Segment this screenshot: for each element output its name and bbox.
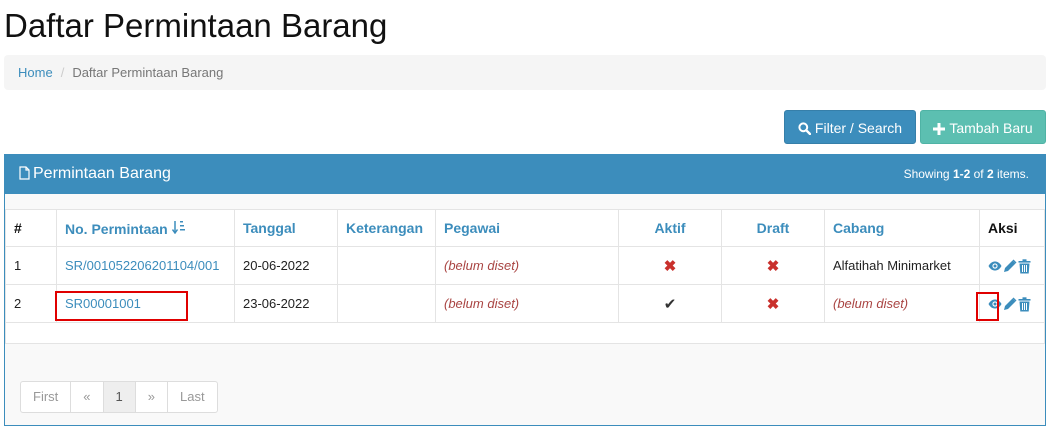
pagination-next[interactable]: » — [136, 382, 168, 412]
col-keterangan-header[interactable]: Keterangan — [337, 209, 436, 247]
sort-ascending-icon — [171, 220, 185, 234]
summary-suffix: items. — [993, 167, 1029, 181]
pagination-page-current[interactable]: 1 — [103, 382, 136, 412]
cell-cabang: Alfatihah Minimarket — [824, 246, 980, 285]
cell-aksi — [979, 246, 1045, 285]
add-new-button[interactable]: Tambah Baru — [920, 110, 1046, 144]
delete-trash-icon[interactable] — [1018, 296, 1031, 312]
pagination: First « 1 » Last — [20, 381, 218, 413]
breadcrumb: Home / Daftar Permintaan Barang — [4, 55, 1046, 90]
col-aksi-header: Aksi — [979, 209, 1045, 247]
requests-table: # No. Permintaan Tanggal Keterangan Pega… — [5, 209, 1045, 344]
pagination-last[interactable]: Last — [168, 382, 217, 412]
delete-trash-icon[interactable] — [1018, 258, 1031, 274]
cell-pegawai: (belum diset) — [435, 284, 619, 323]
summary-total: 2 — [986, 167, 994, 181]
panel-heading: Permintaan Barang Showing 1-2 of 2 items… — [5, 155, 1045, 194]
highlight-box-edit-icon — [976, 292, 999, 321]
items-summary: Showing 1-2 of 2 items. — [904, 155, 1029, 193]
col-pegawai-header[interactable]: Pegawai — [435, 209, 619, 247]
col-no-permintaan-label: No. Permintaan — [65, 220, 168, 237]
add-new-label: Tambah Baru — [949, 120, 1033, 136]
cell-num: 2 — [5, 284, 57, 323]
breadcrumb-current: Daftar Permintaan Barang — [72, 65, 224, 80]
plus-icon — [933, 123, 946, 135]
col-aktif-header[interactable]: Aktif — [618, 209, 722, 247]
table-header-row: # No. Permintaan Tanggal Keterangan Pega… — [5, 209, 1045, 247]
cell-no-permintaan: SR/001052206201104/001 — [56, 246, 235, 285]
cell-aktif: ✖ — [618, 246, 722, 285]
summary-prefix: Showing — [903, 167, 953, 181]
filter-search-label: Filter / Search — [814, 120, 903, 136]
cell-pegawai: (belum diset) — [435, 246, 619, 285]
view-eye-icon[interactable] — [988, 261, 1002, 271]
search-icon — [798, 122, 812, 136]
panel-title: Permintaan Barang — [19, 155, 171, 193]
cell-aktif: ✔ — [618, 284, 722, 323]
cell-tanggal: 23-06-2022 — [234, 284, 338, 323]
cell-num: 1 — [5, 246, 57, 285]
breadcrumb-home-link[interactable]: Home — [18, 65, 53, 80]
cell-keterangan — [337, 284, 436, 323]
highlight-box-request-number — [55, 291, 188, 321]
pagination-first[interactable]: First — [21, 382, 72, 412]
request-number-link[interactable]: SR/001052206201104/001 — [65, 258, 219, 273]
page-title: Daftar Permintaan Barang — [4, 7, 388, 44]
col-draft-header[interactable]: Draft — [721, 209, 825, 247]
cell-draft: ✖ — [721, 246, 825, 285]
pagination-prev[interactable]: « — [71, 382, 104, 412]
col-cabang-header[interactable]: Cabang — [824, 209, 980, 247]
col-num-header: # — [5, 209, 57, 247]
file-icon — [19, 166, 30, 180]
edit-pencil-icon[interactable] — [1003, 297, 1017, 311]
cell-draft: ✖ — [721, 284, 825, 323]
summary-mid: of — [970, 167, 987, 181]
breadcrumb-separator: / — [60, 65, 65, 80]
col-no-permintaan-header[interactable]: No. Permintaan — [56, 209, 235, 247]
panel-title-text: Permintaan Barang — [33, 165, 171, 182]
table-wrapper: # No. Permintaan Tanggal Keterangan Pega… — [5, 209, 1045, 344]
cell-cabang: (belum diset) — [824, 284, 980, 323]
spacer-cell — [5, 322, 1045, 344]
summary-range: 1-2 — [952, 167, 971, 181]
col-tanggal-header[interactable]: Tanggal — [234, 209, 338, 247]
cell-tanggal: 20-06-2022 — [234, 246, 338, 285]
edit-pencil-icon[interactable] — [1003, 259, 1017, 273]
filter-search-button[interactable]: Filter / Search — [784, 110, 916, 144]
table-row: 1 SR/001052206201104/001 20-06-2022 (bel… — [5, 246, 1045, 285]
requests-panel: Permintaan Barang Showing 1-2 of 2 items… — [4, 154, 1046, 426]
table-spacer-row — [5, 322, 1045, 344]
cell-keterangan — [337, 246, 436, 285]
